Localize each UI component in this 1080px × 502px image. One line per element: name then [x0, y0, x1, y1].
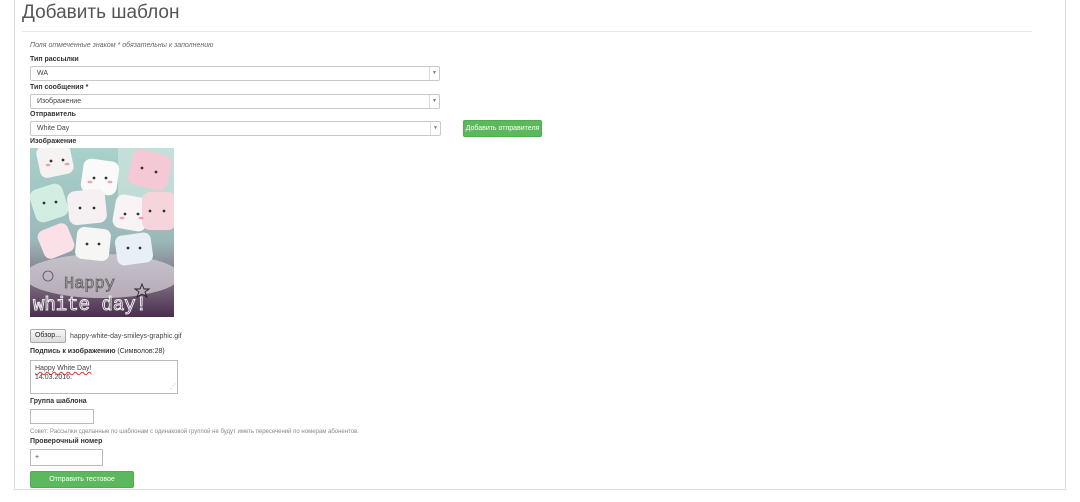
sender-select[interactable]: White Day ▼: [30, 121, 441, 136]
send-test-message-button[interactable]: Отправить тестовое сообщение: [30, 471, 134, 498]
caption-textarea[interactable]: Happy White Day! 14.03.2016. ⋰: [30, 360, 178, 394]
test-number-label: Проверочный номер: [30, 438, 103, 445]
sender-label: Отправитель: [30, 111, 76, 118]
required-fields-hint: Поля отмеченные знаком * обязательны к з…: [30, 42, 214, 49]
caption-line1: Happy White Day!: [35, 365, 92, 372]
caption-label-text: Подпись к изображению: [30, 348, 116, 355]
chevron-down-icon: ▼: [429, 95, 439, 108]
picture-caption-line1: Happy: [64, 275, 115, 294]
sender-value: White Day: [37, 125, 70, 132]
selected-filename: happy-white-day-smileys-graphic.gif: [70, 333, 182, 340]
mailing-type-label: Тип рассылки: [30, 56, 79, 63]
template-group-input[interactable]: [30, 409, 94, 424]
message-type-value: Изображение: [37, 98, 82, 105]
browse-button[interactable]: Обзор...: [30, 329, 66, 343]
mailing-type-select[interactable]: WA ▼: [30, 66, 440, 81]
message-type-label: Тип сообщения *: [30, 84, 89, 91]
test-number-input[interactable]: +: [30, 449, 103, 466]
marshmallow-picture: Happy white day!: [30, 148, 174, 317]
page-title: Добавить шаблон: [22, 2, 180, 23]
caption-line2: 14.03.2016.: [35, 374, 72, 381]
caption-char-counter: (Символов:28): [117, 348, 165, 355]
chevron-down-icon: ▼: [430, 122, 440, 135]
title-divider: [22, 31, 1032, 32]
image-preview: Happy white day!: [30, 148, 174, 317]
template-group-advice: Совет: Рассылки сделанные по шаблонам с …: [30, 429, 359, 435]
resize-grip-icon[interactable]: ⋰: [170, 383, 176, 392]
mailing-type-value: WA: [37, 70, 49, 77]
caption-label: Подпись к изображению (Символов:28): [30, 348, 165, 355]
template-group-label: Группа шаблона: [30, 398, 87, 405]
message-type-select[interactable]: Изображение ▼: [30, 94, 440, 109]
chevron-down-icon: ▼: [429, 67, 439, 80]
image-label: Изображение: [30, 138, 77, 145]
picture-caption-line2: white day!: [33, 294, 147, 316]
add-sender-button[interactable]: Добавить отправителя: [463, 120, 542, 137]
